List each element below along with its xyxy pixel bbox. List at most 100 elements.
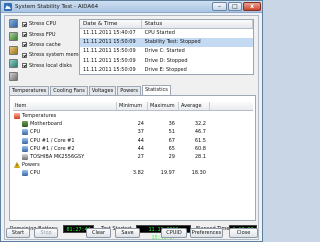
log-status: Drive D: Stopped: [144, 57, 188, 64]
stats-column-average[interactable]: Average: [179, 102, 210, 110]
stats-min: 44: [137, 145, 144, 152]
statistics-panel: Item Minimum Maximum Average Temperature…: [9, 95, 256, 221]
log-status: Drive C: Started: [144, 48, 185, 55]
stress-icons: [9, 19, 18, 81]
stats-avg: 18.30: [191, 170, 206, 177]
stop-button[interactable]: Stop: [34, 228, 58, 238]
stats-max: 51: [168, 129, 175, 136]
log-row[interactable]: 11.11.2011 15:50:09 Stability Test: Stopp…: [80, 38, 253, 48]
tab-statistics[interactable]: Statistics: [141, 85, 171, 95]
maximize-button[interactable]: □: [228, 2, 242, 11]
stats-column-minimum[interactable]: Minimum: [117, 102, 148, 110]
thermometer-icon: [14, 113, 20, 120]
tab-voltages[interactable]: Voltages: [88, 86, 117, 95]
save-button[interactable]: Save: [115, 228, 140, 238]
hard-disk-icon: [22, 154, 28, 161]
title-bar[interactable]: System Stability Test - AIDA64 – □ x: [1, 1, 262, 13]
log-column-datetime[interactable]: Date & Time: [80, 20, 142, 28]
stress-cpu-option[interactable]: Stress CPU: [22, 19, 77, 29]
stress-cache-label: Stress cache: [29, 41, 61, 48]
log-time: 11.11.2011 15:50:09: [83, 57, 136, 64]
client-area: Stress CPU Stress FPU Stress cache Stres…: [4, 15, 259, 241]
log-header: Date & Time Status: [80, 20, 253, 29]
stability-test-window: System Stability Test - AIDA64 – □ x Str…: [0, 0, 263, 242]
cpu-icon: [22, 129, 28, 136]
cpu-core-icon: [22, 137, 28, 144]
stats-max: 36: [168, 121, 175, 128]
close-window-button[interactable]: x: [243, 2, 261, 11]
log-row[interactable]: 11.11.2011 15:50:09 Drive E: Stopped: [80, 66, 253, 75]
stats-row[interactable]: CPU #1 / Core #1 44 67 61.5: [13, 137, 253, 145]
preferences-button[interactable]: Preferences: [190, 228, 223, 238]
stats-row[interactable]: Temperatures: [13, 112, 253, 120]
log-status: Drive E: Stopped: [144, 66, 187, 73]
log-row[interactable]: 11.11.2011 15:50:09 Drive D: Stopped: [80, 57, 253, 66]
stats-max: 67: [168, 137, 175, 144]
stress-fpu-option[interactable]: Stress FPU: [22, 29, 77, 39]
power-warning-icon: [14, 162, 20, 169]
log-row[interactable]: 11.11.2011 15:50:09 Drive C: Started: [80, 47, 253, 56]
stress-disks-option[interactable]: Stress local disks: [22, 61, 77, 71]
stats-item-name: TOSHIBA MK2556GSY: [30, 154, 85, 161]
stats-avg: 60.8: [194, 145, 206, 152]
stress-disks-checkbox[interactable]: [22, 63, 27, 69]
stress-memory-checkbox[interactable]: [22, 52, 27, 58]
stats-min: 44: [137, 137, 144, 144]
stats-max: 65: [168, 145, 175, 152]
cpu-core-icon: [22, 145, 28, 152]
disk-icon: [9, 72, 18, 81]
stress-fpu-checkbox[interactable]: [22, 32, 27, 38]
stats-row[interactable]: CPU 3.82 19.97 18.30: [13, 169, 253, 177]
log-column-status[interactable]: Status: [142, 20, 253, 28]
stats-table: Temperatures Motherboard 24 36 32.2 CPU 37…: [13, 112, 253, 178]
stats-row[interactable]: CPU 37 51 46.7: [13, 128, 253, 136]
stats-max: 19.97: [160, 170, 175, 177]
stats-item-name: CPU: [30, 129, 41, 136]
log-time: 11.11.2011 15:50:09: [83, 66, 136, 73]
tab-temperatures[interactable]: Temperatures: [9, 86, 50, 95]
stats-row[interactable]: TOSHIBA MK2556GSY 27 29 28.1: [13, 153, 253, 161]
stress-cache-checkbox[interactable]: [22, 42, 27, 48]
stats-max: 29: [168, 154, 175, 161]
stats-min: 3.82: [132, 170, 144, 177]
stats-avg: 46.7: [194, 129, 206, 136]
stats-row[interactable]: Motherboard 24 36 32.2: [13, 120, 253, 128]
motherboard-icon: [22, 121, 28, 128]
stats-min: 24: [137, 121, 144, 128]
stress-cpu-label: Stress CPU: [29, 21, 57, 28]
stats-item-name: Temperatures: [22, 113, 57, 120]
minimize-button[interactable]: –: [212, 2, 227, 11]
stats-item-name: CPU: [30, 170, 41, 177]
stats-avg: 28.1: [194, 154, 206, 161]
stats-item-name: CPU #1 / Core #1: [30, 137, 75, 144]
tab-powers[interactable]: Powers: [117, 86, 141, 95]
stress-cpu-checkbox[interactable]: [22, 21, 27, 27]
stress-cache-option[interactable]: Stress cache: [22, 40, 77, 50]
stress-memory-option[interactable]: Stress system memory: [22, 50, 87, 60]
cpu-icon: [9, 19, 18, 28]
fpu-icon: [9, 32, 18, 42]
stats-row[interactable]: CPU #1 / Core #2 44 65 60.8: [13, 145, 253, 153]
stress-options: Stress CPU Stress FPU Stress cache Stres…: [22, 19, 87, 81]
stats-row[interactable]: Powers: [13, 161, 253, 169]
tab-strip: Temperatures Cooling Fans Voltages Power…: [9, 85, 256, 95]
event-log-list[interactable]: Date & Time Status 11.11.2011 15:40:07 CP…: [79, 19, 254, 75]
stress-fpu-label: Stress FPU: [29, 31, 56, 38]
close-button[interactable]: Close: [229, 228, 258, 238]
stress-memory-label: Stress system memory: [29, 52, 87, 59]
start-button[interactable]: Start: [6, 228, 30, 238]
stats-item-name: CPU #1 / Core #2: [30, 145, 75, 152]
stats-column-item[interactable]: Item: [13, 102, 117, 110]
cpu-icon: [22, 170, 28, 177]
tab-cooling-fans[interactable]: Cooling Fans: [50, 86, 88, 95]
log-status: Stability Test: Stopped: [144, 39, 201, 46]
stats-avg: 61.5: [194, 137, 206, 144]
stats-min: 27: [137, 154, 144, 161]
log-row[interactable]: 11.11.2011 15:40:07 CPU Started: [80, 29, 253, 38]
cpuid-button[interactable]: CPUID: [161, 228, 187, 238]
clear-button[interactable]: Clear: [86, 228, 111, 238]
stats-item-name: Motherboard: [30, 121, 63, 128]
log-status: CPU Started: [144, 30, 175, 36]
stats-column-maximum[interactable]: Maximum: [148, 102, 179, 110]
window-title: System Stability Test - AIDA64: [15, 4, 99, 10]
